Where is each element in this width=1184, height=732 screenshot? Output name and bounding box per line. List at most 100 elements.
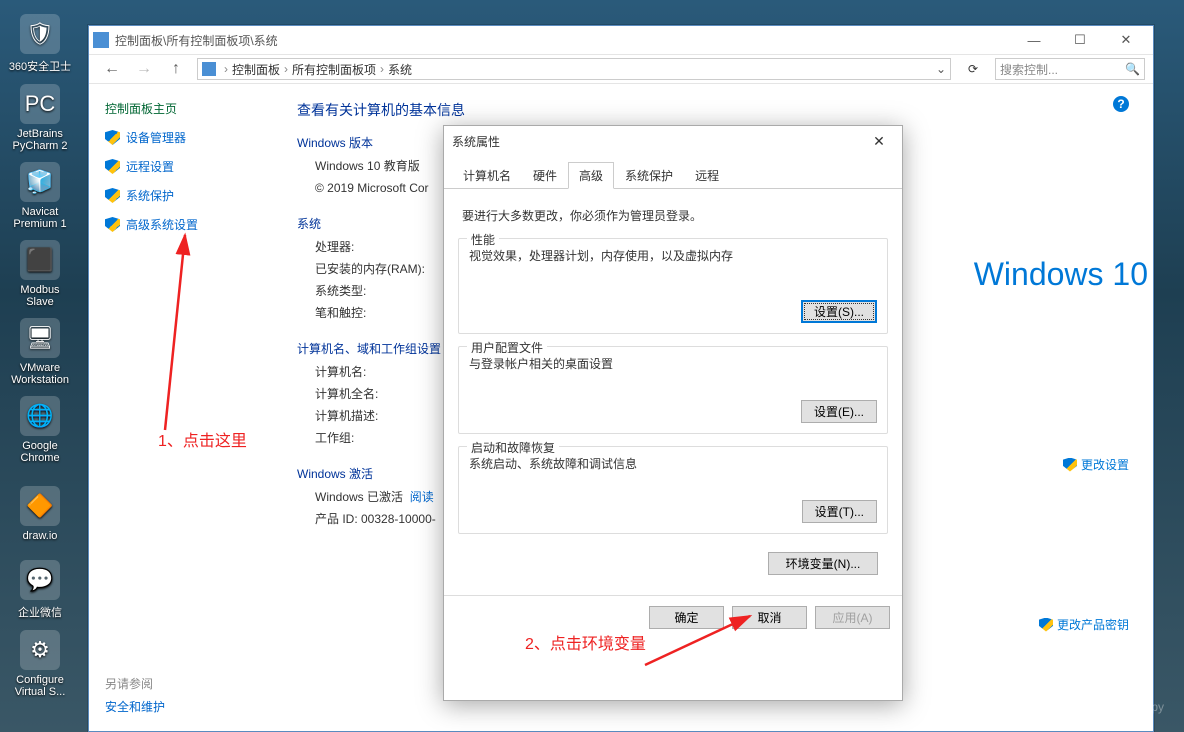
desktop-icon[interactable]: 🌐 Google Chrome xyxy=(0,390,80,468)
breadcrumb-item[interactable]: 系统 xyxy=(388,61,412,78)
dialog-tab[interactable]: 高级 xyxy=(568,162,614,189)
sidebar-link[interactable]: 系统保护 xyxy=(105,187,267,204)
shield-icon xyxy=(105,188,120,203)
icon-label: Navicat Premium 1 xyxy=(13,206,66,230)
security-link[interactable]: 安全和维护 xyxy=(105,698,165,715)
icon-label: Configure Virtual S... xyxy=(15,674,66,698)
desktop: 🛡 360安全卫士 PC JetBrains PyCharm 2 🧊 Navicat Pr… xyxy=(0,0,1184,732)
link-label: 设备管理器 xyxy=(126,129,186,146)
desktop-icon[interactable]: 🧊 Navicat Premium 1 xyxy=(0,156,80,234)
dialog-footer: 确定 取消 应用(A) xyxy=(444,595,902,639)
group-title: 性能 xyxy=(467,231,499,248)
desktop-icon[interactable]: 🖥VMware Workstation xyxy=(0,312,80,390)
change-product-key-link[interactable]: 更改产品密钥 xyxy=(1039,616,1129,633)
ok-button[interactable]: 确定 xyxy=(649,606,724,629)
up-button[interactable]: ↑ xyxy=(165,58,187,80)
group-desc: 系统启动、系统故障和调试信息 xyxy=(469,455,877,472)
monitor-icon xyxy=(202,62,216,76)
refresh-button[interactable]: ⟳ xyxy=(961,58,985,80)
search-input[interactable]: 搜索控制... 🔍 xyxy=(995,58,1145,80)
cancel-button[interactable]: 取消 xyxy=(732,606,807,629)
link-label: 高级系统设置 xyxy=(126,216,198,233)
user-profile-group: 用户配置文件 与登录帐户相关的桌面设置 设置(E)... xyxy=(458,346,888,434)
system-icon xyxy=(93,32,109,48)
window-title: 控制面板\所有控制面板项\系统 xyxy=(115,32,278,49)
group-desc: 与登录帐户相关的桌面设置 xyxy=(469,355,877,372)
chevron-right-icon: › xyxy=(380,62,384,76)
desktop-icon[interactable]: PC JetBrains PyCharm 2 xyxy=(0,78,80,156)
dialog-tab[interactable]: 远程 xyxy=(684,162,730,189)
app-icon: 🔶 xyxy=(20,486,60,526)
shield-icon xyxy=(1063,458,1077,472)
read-link[interactable]: 阅读 xyxy=(410,490,434,504)
group-title: 启动和故障恢复 xyxy=(467,439,559,456)
page-title: 查看有关计算机的基本信息 xyxy=(297,100,1131,120)
back-button[interactable]: ← xyxy=(101,58,123,80)
admin-note: 要进行大多数更改，你必须作为管理员登录。 xyxy=(462,207,888,224)
app-icon: 🧊 xyxy=(20,162,60,202)
chevron-down-icon[interactable]: ⌄ xyxy=(936,62,946,76)
address-bar[interactable]: › 控制面板 › 所有控制面板项 › 系统 ⌄ xyxy=(197,58,951,80)
link-label: 远程设置 xyxy=(126,158,174,175)
group-title: 用户配置文件 xyxy=(467,339,547,356)
icon-label: JetBrains PyCharm 2 xyxy=(12,128,67,152)
performance-settings-button[interactable]: 设置(S)... xyxy=(801,300,877,323)
app-icon: PC xyxy=(20,84,60,124)
icon-label: 360安全卫士 xyxy=(9,58,71,74)
app-icon: 🛡 xyxy=(20,14,60,54)
windows10-logo: Windows 10 xyxy=(974,256,1148,293)
icon-label: Modbus Slave xyxy=(20,284,59,308)
app-icon: ⬛ xyxy=(20,240,60,280)
system-properties-dialog: 系统属性 ✕ 计算机名硬件高级系统保护远程 要进行大多数更改，你必须作为管理员登… xyxy=(443,125,903,701)
startup-settings-button[interactable]: 设置(T)... xyxy=(802,500,877,523)
dialog-tab[interactable]: 硬件 xyxy=(522,162,568,189)
dialog-tab[interactable]: 计算机名 xyxy=(452,162,522,189)
sidebar-footer: 另请参阅 安全和维护 xyxy=(105,675,165,715)
maximize-button[interactable]: ☐ xyxy=(1057,26,1103,54)
close-button[interactable]: ✕ xyxy=(864,129,894,153)
also-label: 另请参阅 xyxy=(105,675,165,692)
group-desc: 视觉效果，处理器计划，内存使用，以及虚拟内存 xyxy=(469,247,877,264)
sidebar-link[interactable]: 高级系统设置 xyxy=(105,216,267,233)
sidebar-link[interactable]: 设备管理器 xyxy=(105,129,267,146)
dialog-tab[interactable]: 系统保护 xyxy=(614,162,684,189)
breadcrumb-item[interactable]: 控制面板 xyxy=(232,61,280,78)
icon-label: 企业微信 xyxy=(18,604,62,620)
dialog-body: 要进行大多数更改，你必须作为管理员登录。 性能 视觉效果，处理器计划，内存使用，… xyxy=(444,189,902,595)
shield-icon xyxy=(1039,618,1053,632)
close-button[interactable]: ✕ xyxy=(1103,26,1149,54)
desktop-icon[interactable]: ⚙ Configure Virtual S... xyxy=(0,624,80,702)
app-icon: ⚙ xyxy=(20,630,60,670)
dialog-tabs: 计算机名硬件高级系统保护远程 xyxy=(444,156,902,189)
apply-button[interactable]: 应用(A) xyxy=(815,606,890,629)
breadcrumb-item[interactable]: 所有控制面板项 xyxy=(292,61,376,78)
link-label: 系统保护 xyxy=(126,187,174,204)
app-icon: 🌐 xyxy=(20,396,60,436)
desktop-icon[interactable]: 💬 企业微信 xyxy=(0,546,80,624)
search-placeholder: 搜索控制... xyxy=(1000,61,1058,78)
shield-icon xyxy=(105,159,120,174)
dialog-title: 系统属性 xyxy=(452,133,500,150)
change-settings-link[interactable]: 更改设置 xyxy=(1063,456,1129,473)
sidebar-title: 控制面板主页 xyxy=(105,100,267,117)
desktop-icon[interactable]: 🛡 360安全卫士 xyxy=(0,0,80,78)
search-icon: 🔍 xyxy=(1125,62,1140,76)
icon-label: draw.io xyxy=(23,530,58,542)
shield-icon xyxy=(105,130,120,145)
minimize-button[interactable]: — xyxy=(1011,26,1057,54)
app-icon: 💬 xyxy=(20,560,60,600)
sidebar: 控制面板主页 设备管理器远程设置系统保护高级系统设置 另请参阅 安全和维护 xyxy=(89,86,275,731)
startup-recovery-group: 启动和故障恢复 系统启动、系统故障和调试信息 设置(T)... xyxy=(458,446,888,534)
sidebar-link[interactable]: 远程设置 xyxy=(105,158,267,175)
shield-icon xyxy=(105,217,120,232)
forward-button[interactable]: → xyxy=(133,58,155,80)
desktop-icon[interactable]: ⬛ Modbus Slave xyxy=(0,234,80,312)
desktop-icons: 🛡 360安全卫士 PC JetBrains PyCharm 2 🧊 Navicat Pr… xyxy=(0,0,88,702)
icon-label: Google Chrome xyxy=(20,440,59,464)
chevron-right-icon: › xyxy=(284,62,288,76)
performance-group: 性能 视觉效果，处理器计划，内存使用，以及虚拟内存 设置(S)... xyxy=(458,238,888,334)
desktop-icon[interactable]: 🔶 draw.io xyxy=(0,468,80,546)
environment-variables-button[interactable]: 环境变量(N)... xyxy=(768,552,878,575)
icon-label: VMware Workstation xyxy=(11,362,69,386)
profile-settings-button[interactable]: 设置(E)... xyxy=(801,400,877,423)
